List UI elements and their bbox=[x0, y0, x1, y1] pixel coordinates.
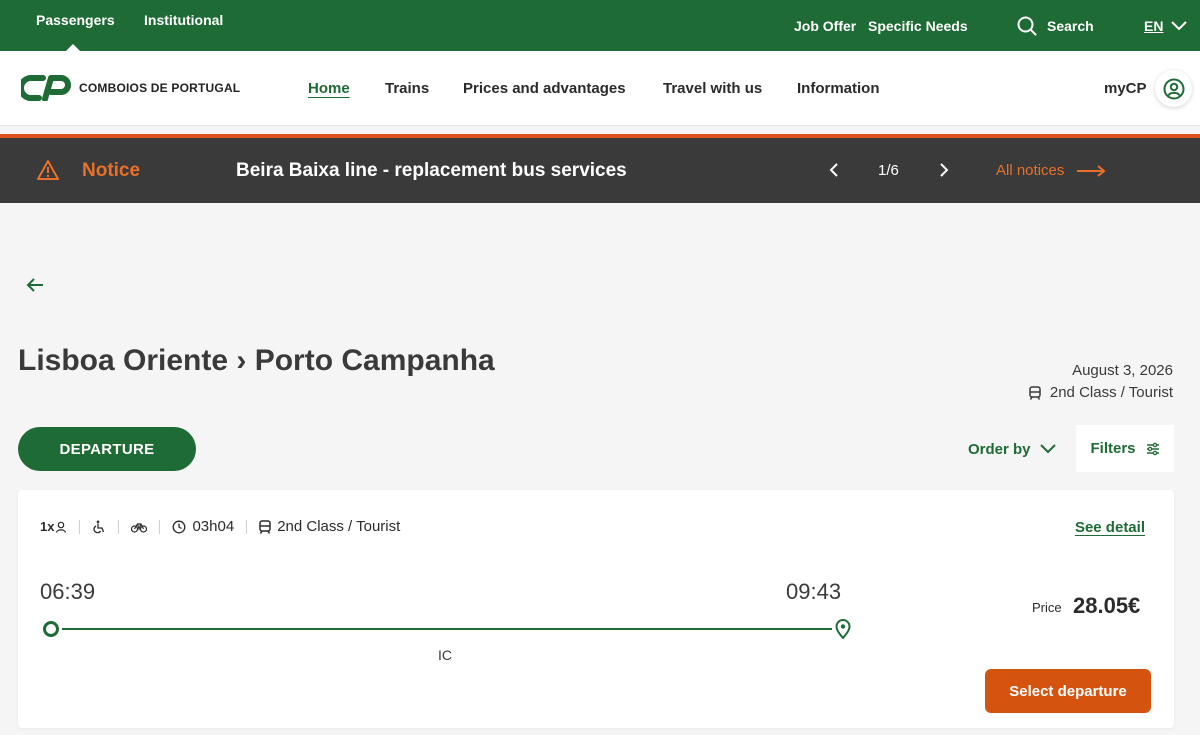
chevron-down-icon bbox=[1171, 20, 1188, 30]
notice-counter: 1/6 bbox=[878, 162, 899, 179]
person-icon bbox=[56, 521, 67, 533]
origin-marker bbox=[43, 621, 59, 637]
order-by-dropdown[interactable]: Order by bbox=[968, 427, 1056, 471]
user-icon bbox=[1163, 78, 1184, 99]
main-navigation: COMBOIOS DE PORTUGAL Home Trains Prices … bbox=[0, 51, 1200, 126]
select-departure-button[interactable]: Select departure bbox=[985, 669, 1151, 713]
active-tab-indicator bbox=[66, 44, 80, 51]
notice-banner: Notice Beira Baixa line - replacement bu… bbox=[0, 138, 1200, 203]
meta-divider bbox=[159, 519, 161, 534]
chevron-down-icon bbox=[1039, 444, 1056, 454]
meta-divider bbox=[246, 519, 248, 534]
departure-time: 06:39 bbox=[40, 579, 96, 604]
filters-button[interactable]: Filters bbox=[1076, 425, 1174, 472]
wheelchair-icon bbox=[93, 520, 105, 533]
clock-icon bbox=[173, 520, 186, 533]
chevron-right-icon bbox=[940, 163, 949, 177]
trip-duration: 03h04 bbox=[172, 518, 234, 535]
cp-logo-icon bbox=[21, 75, 71, 101]
order-by-label: Order by bbox=[968, 440, 1031, 458]
cp-logo[interactable]: COMBOIOS DE PORTUGAL bbox=[21, 75, 240, 101]
location-pin-icon bbox=[835, 619, 851, 639]
arrow-right-icon bbox=[1077, 164, 1106, 177]
meta-divider bbox=[118, 519, 120, 534]
notice-prev-button[interactable] bbox=[824, 159, 844, 186]
page-title: Lisboa Oriente › Porto Campanha bbox=[18, 344, 495, 377]
nav-prices[interactable]: Prices and advantages bbox=[463, 51, 626, 126]
card-class-label: 2nd Class / Tourist bbox=[277, 518, 401, 535]
language-label: EN bbox=[1144, 17, 1164, 34]
top-bar: Passengers Institutional Job Offer Speci… bbox=[0, 0, 1200, 51]
notice-text[interactable]: Beira Baixa line - replacement bus servi… bbox=[236, 138, 627, 203]
price-label: Price bbox=[1032, 600, 1062, 615]
arrival-time: 09:43 bbox=[786, 579, 842, 604]
specific-needs-link[interactable]: Specific Needs bbox=[868, 0, 968, 51]
trip-class: 2nd Class / Tourist bbox=[1029, 384, 1173, 401]
notice-label: Notice bbox=[82, 159, 141, 181]
filters-label: Filters bbox=[1090, 440, 1136, 457]
chevron-left-icon bbox=[829, 163, 838, 177]
departure-tab-button[interactable]: DEPARTURE bbox=[18, 427, 196, 471]
back-button[interactable] bbox=[24, 274, 46, 301]
trip-date: August 3, 2026 bbox=[1072, 362, 1173, 379]
tab-passengers[interactable]: Passengers bbox=[36, 0, 115, 45]
passenger-count-label: 1x bbox=[40, 519, 55, 534]
train-type: IC bbox=[438, 647, 452, 663]
route-line bbox=[62, 628, 832, 630]
sliders-icon bbox=[1146, 442, 1159, 455]
nav-travel[interactable]: Travel with us bbox=[663, 51, 762, 126]
train-icon bbox=[259, 519, 271, 534]
trip-class-label: 2nd Class / Tourist bbox=[1049, 384, 1173, 401]
card-class: 2nd Class / Tourist bbox=[259, 518, 400, 535]
search-icon bbox=[1017, 16, 1037, 35]
tab-institutional[interactable]: Institutional bbox=[144, 0, 223, 45]
bicycle-icon bbox=[131, 522, 148, 533]
language-selector[interactable]: EN bbox=[1144, 0, 1188, 51]
mycp-link[interactable]: myCP bbox=[1104, 51, 1147, 126]
search-button[interactable]: Search bbox=[1017, 0, 1094, 51]
see-detail-link[interactable]: See detail bbox=[1075, 519, 1145, 536]
passenger-count: 1x bbox=[40, 519, 67, 534]
meta-divider bbox=[79, 519, 81, 534]
search-label: Search bbox=[1047, 17, 1094, 34]
all-notices-link[interactable]: All notices bbox=[996, 138, 1106, 203]
nav-home[interactable]: Home bbox=[308, 51, 350, 126]
notice-next-button[interactable] bbox=[934, 159, 954, 186]
warning-icon bbox=[37, 160, 59, 180]
user-account-button[interactable] bbox=[1155, 70, 1192, 107]
all-notices-label: All notices bbox=[996, 162, 1065, 179]
nav-information[interactable]: Information bbox=[797, 51, 880, 126]
trip-duration-label: 03h04 bbox=[192, 518, 235, 535]
nav-trains[interactable]: Trains bbox=[385, 51, 429, 126]
trip-meta: 1x 03h04 2nd Class / Tourist bbox=[40, 518, 400, 535]
arrow-left-icon bbox=[26, 278, 43, 292]
logo-text: COMBOIOS DE PORTUGAL bbox=[79, 81, 241, 95]
trip-result-card: 1x 03h04 2nd Class / Tourist See detail … bbox=[18, 490, 1174, 728]
job-offer-link[interactable]: Job Offer bbox=[794, 0, 856, 51]
train-icon bbox=[1029, 385, 1041, 400]
price-value: 28.05€ bbox=[1073, 593, 1141, 618]
